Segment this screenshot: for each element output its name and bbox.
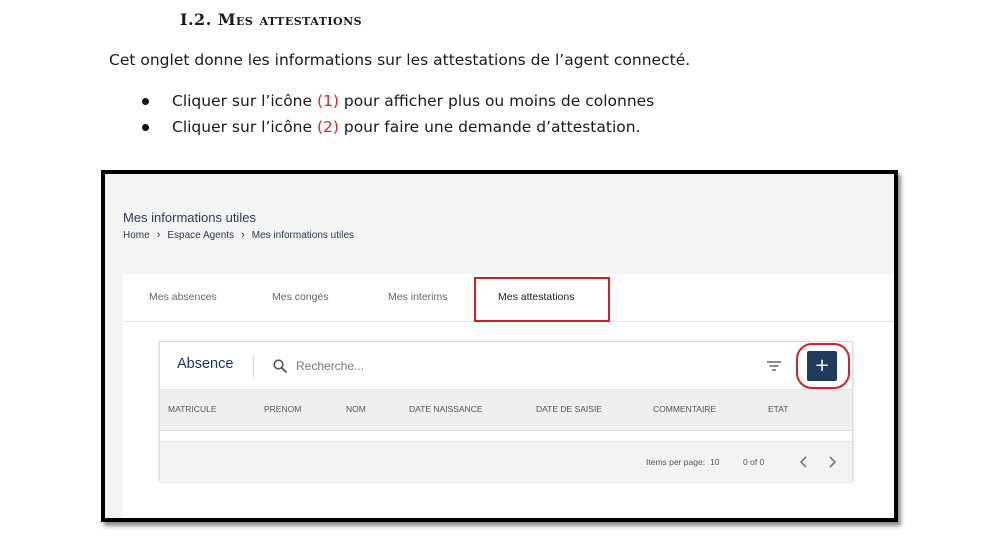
screenshot-frame: Mes informations utiles Home › Espace Ag… [101,170,898,522]
instruction-item: Cliquer sur l’icône (2) pour faire une d… [140,115,654,141]
column-header-etat[interactable]: ETAT [768,404,788,414]
paginator: Items per page: 10 0 of 0 [160,441,852,482]
search-input[interactable] [296,355,496,377]
column-header-date-naissance[interactable]: DATE NAISSANCE [409,404,483,414]
table-header-row: MATRICULE PRENOM NOM DATE NAISSANCE DATE… [160,389,852,431]
filter-lines-icon[interactable] [765,357,783,375]
column-header-nom[interactable]: NOM [346,404,366,414]
column-header-date-de-saisie[interactable]: DATE DE SAISIE [536,404,602,414]
breadcrumb-item-espace-agents[interactable]: Espace Agents [167,230,234,241]
tab-mes-conges[interactable]: Mes congés [272,274,329,322]
instruction-item: Cliquer sur l’icône (1) pour afficher pl… [140,89,654,115]
tab-mes-absences[interactable]: Mes absences [149,274,217,322]
tab-bar: Mes absences Mes congés Mes interims Mes… [123,274,894,322]
page-title: Mes informations utiles [123,210,256,225]
column-header-commentaire[interactable]: COMMENTAIRE [653,404,716,414]
add-attestation-button[interactable]: + [807,351,837,381]
instruction-marker: (2) [316,118,339,136]
content-card: Mes absences Mes congés Mes interims Mes… [123,274,894,518]
instruction-list: Cliquer sur l’icône (1) pour afficher pl… [140,89,654,141]
search-icon [273,359,287,373]
tab-mes-interims[interactable]: Mes interims [388,274,448,322]
chevron-right-icon: › [241,229,245,241]
table-title: Absence [177,356,234,372]
breadcrumb-item-current: Mes informations utiles [251,229,355,241]
column-header-matricule[interactable]: MATRICULE [168,404,217,414]
chevron-left-icon[interactable] [796,453,812,471]
items-per-page-select[interactable]: 10 [710,457,719,467]
column-header-prenom[interactable]: PRENOM [264,404,301,414]
tab-highlight-annotation [474,277,610,322]
chevron-right-icon[interactable] [824,453,840,471]
instruction-text: pour afficher plus ou moins de colonnes [338,92,655,110]
instruction-text: Cliquer sur l’icône [172,118,317,136]
paginator-range: 0 of 0 [743,457,765,467]
chevron-right-icon: › [156,229,161,241]
breadcrumb-item-home[interactable]: Home [123,230,150,241]
instruction-marker: (1) [316,92,339,110]
intro-paragraph: Cet onglet donne les informations sur le… [109,51,691,69]
breadcrumb: Home › Espace Agents › Mes informations … [123,229,354,241]
attestations-table-card: Absence + MATRICULE PRENOM NOM DATE NAIS… [159,341,853,482]
items-per-page-label: Items per page: [646,457,706,467]
toolbar-divider [253,354,254,378]
instruction-text: pour faire une demande d’attestation. [338,118,641,136]
instruction-text: Cliquer sur l’icône [172,92,317,110]
section-heading: I.2. Mes attestations [180,10,363,29]
